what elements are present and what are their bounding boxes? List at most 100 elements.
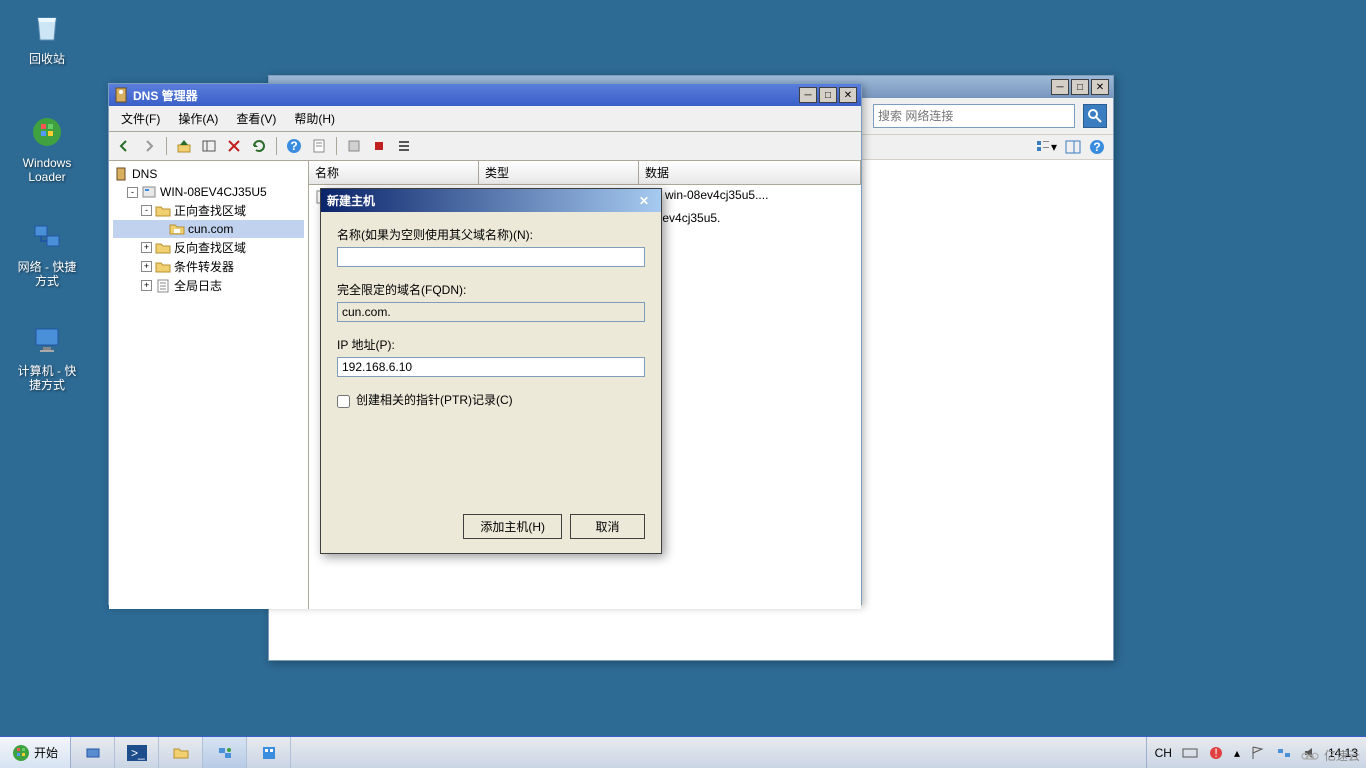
recycle-bin-icon: [27, 8, 67, 48]
minimize-button[interactable]: ─: [799, 87, 817, 103]
list-header: 名称 类型 数据: [309, 161, 861, 185]
toolbar: ?: [109, 132, 861, 161]
tree-reverse-zones[interactable]: + 反向查找区域: [113, 238, 304, 257]
filter-button[interactable]: [343, 135, 365, 157]
tree-global-logs[interactable]: + 全局日志: [113, 276, 304, 295]
taskbar-explorer[interactable]: [159, 737, 203, 768]
tree-zone-cuncom[interactable]: cun.com: [113, 220, 304, 238]
log-icon: [155, 278, 171, 294]
ptr-label: 创建相关的指针(PTR)记录(C): [356, 391, 513, 408]
windows-loader-icon: [27, 112, 67, 152]
stop-button[interactable]: [368, 135, 390, 157]
ip-address-input[interactable]: [337, 357, 645, 377]
up-button[interactable]: [173, 135, 195, 157]
search-button[interactable]: [1083, 104, 1107, 128]
expand-icon[interactable]: +: [141, 242, 152, 253]
tree-server[interactable]: - WIN-08EV4CJ35U5: [113, 183, 304, 201]
search-icon: [1087, 108, 1103, 124]
folder-icon: [155, 240, 171, 256]
svg-text:>_: >_: [131, 746, 145, 760]
ptr-checkbox[interactable]: [337, 395, 350, 408]
language-indicator[interactable]: CH: [1155, 746, 1172, 760]
clock[interactable]: 14:13: [1328, 746, 1358, 760]
start-label: 开始: [34, 744, 58, 761]
view-options-button[interactable]: ▾: [1035, 139, 1057, 155]
tray-sound-icon[interactable]: [1302, 745, 1318, 761]
tray-network-icon[interactable]: [1276, 745, 1292, 761]
add-host-button[interactable]: 添加主机(H): [463, 514, 562, 539]
expand-icon[interactable]: +: [141, 261, 152, 272]
desktop-icon-network[interactable]: 网络 - 快捷 方式: [12, 216, 82, 288]
col-type[interactable]: 类型: [479, 161, 639, 184]
back-button[interactable]: [113, 135, 135, 157]
menu-action[interactable]: 操作(A): [170, 108, 226, 129]
collapse-icon[interactable]: -: [141, 205, 152, 216]
search-box[interactable]: [873, 104, 1075, 128]
close-button[interactable]: ✕: [1091, 79, 1109, 95]
start-button[interactable]: 开始: [0, 737, 71, 768]
computer-shortcut-icon: [27, 320, 67, 360]
tree-conditional-forwarders[interactable]: + 条件转发器: [113, 257, 304, 276]
name-label: 名称(如果为空则使用其父域名称)(N):: [337, 226, 645, 243]
taskbar-dns-manager[interactable]: [247, 737, 291, 768]
dialog-buttons: 添加主机(H) 取消: [321, 506, 661, 553]
show-hide-button[interactable]: [198, 135, 220, 157]
dialog-titlebar[interactable]: 新建主机 ✕: [321, 189, 661, 212]
maximize-button[interactable]: □: [1071, 79, 1089, 95]
maximize-button[interactable]: □: [819, 87, 837, 103]
folder-icon: [155, 259, 171, 275]
desktop-icon-recycle[interactable]: 回收站: [12, 8, 82, 66]
minimize-button[interactable]: ─: [1051, 79, 1069, 95]
expand-icon[interactable]: +: [141, 280, 152, 291]
taskbar: 开始 >_ CH ! ▴ 14:13: [0, 736, 1366, 768]
help-button[interactable]: ?: [283, 135, 305, 157]
tree-pane[interactable]: DNS - WIN-08EV4CJ35U5 - 正向查找区域 cun.com +…: [109, 161, 309, 609]
tree-forward-zones[interactable]: - 正向查找区域: [113, 201, 304, 220]
menubar: 文件(F) 操作(A) 查看(V) 帮助(H): [109, 106, 861, 132]
list-button[interactable]: [393, 135, 415, 157]
desktop-icon-label: 回收站: [12, 52, 82, 66]
window-title: DNS 管理器: [133, 87, 799, 104]
menu-view[interactable]: 查看(V): [228, 108, 284, 129]
search-input[interactable]: [878, 109, 1070, 123]
tree-root-dns[interactable]: DNS: [113, 165, 304, 183]
network-shortcut-icon: [27, 216, 67, 256]
folder-icon: [155, 203, 171, 219]
svg-text:?: ?: [290, 139, 297, 153]
tray-expand-icon[interactable]: ▴: [1234, 746, 1240, 760]
hostname-input[interactable]: [337, 247, 645, 267]
cancel-button[interactable]: 取消: [570, 514, 645, 539]
svg-text:?: ?: [1093, 140, 1100, 154]
windows-logo-icon: [12, 744, 30, 762]
close-button[interactable]: ✕: [639, 194, 655, 208]
menu-help[interactable]: 帮助(H): [286, 108, 343, 129]
col-data[interactable]: 数据: [639, 161, 861, 184]
preview-pane-button[interactable]: [1065, 139, 1081, 155]
desktop-icon-computer[interactable]: 计算机 - 快 捷方式: [12, 320, 82, 392]
col-name[interactable]: 名称: [309, 161, 479, 184]
new-host-dialog: 新建主机 ✕ 名称(如果为空则使用其父域名称)(N): 完全限定的域名(FQDN…: [320, 188, 662, 554]
forward-button[interactable]: [138, 135, 160, 157]
refresh-button[interactable]: [248, 135, 270, 157]
svg-text:!: !: [1214, 746, 1217, 760]
window-titlebar[interactable]: DNS 管理器 ─ □ ✕: [109, 84, 861, 106]
tray-flag-icon[interactable]: [1250, 745, 1266, 761]
taskbar-network[interactable]: [203, 737, 247, 768]
delete-button[interactable]: [223, 135, 245, 157]
dns-icon: [113, 87, 129, 103]
dialog-body: 名称(如果为空则使用其父域名称)(N): 完全限定的域名(FQDN): IP 地…: [321, 212, 661, 426]
help-button[interactable]: ?: [1089, 139, 1105, 155]
dns-root-icon: [113, 166, 129, 182]
zone-icon: [169, 221, 185, 237]
tray-keyboard-icon[interactable]: [1182, 745, 1198, 761]
system-tray: CH ! ▴ 14:13: [1146, 737, 1366, 768]
taskbar-powershell[interactable]: >_: [115, 737, 159, 768]
ip-label: IP 地址(P):: [337, 336, 645, 353]
properties-button[interactable]: [308, 135, 330, 157]
taskbar-server-manager[interactable]: [71, 737, 115, 768]
tray-info-icon[interactable]: !: [1208, 745, 1224, 761]
close-button[interactable]: ✕: [839, 87, 857, 103]
collapse-icon[interactable]: -: [127, 187, 138, 198]
desktop-icon-loader[interactable]: Windows Loader: [12, 112, 82, 184]
menu-file[interactable]: 文件(F): [113, 108, 168, 129]
